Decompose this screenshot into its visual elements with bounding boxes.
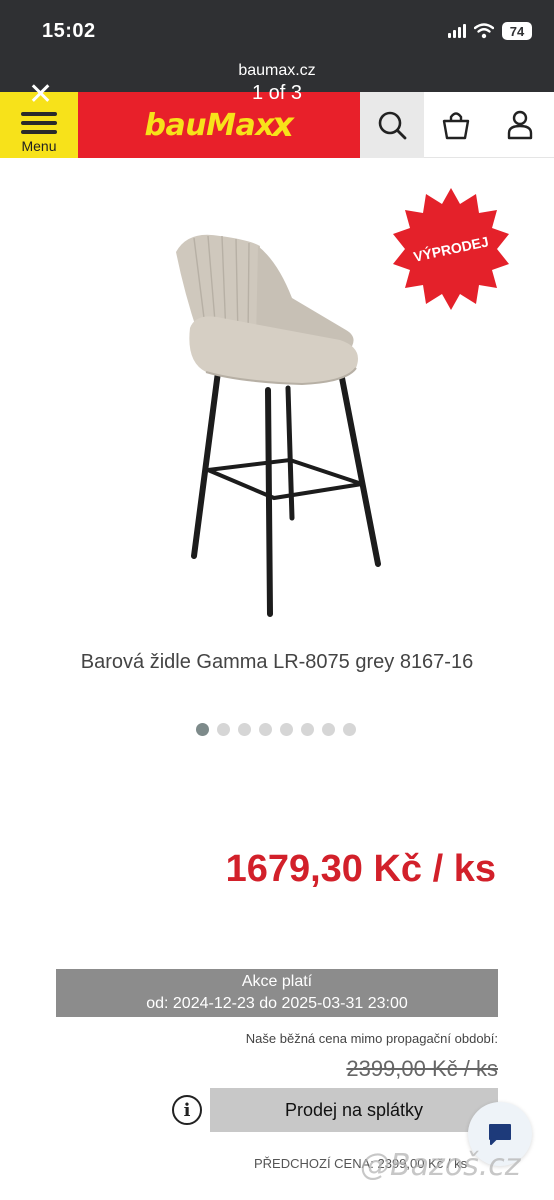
old-price: 2399,00 Kč / ks [346,1056,498,1081]
battery-indicator: 74 [502,22,532,40]
hamburger-icon [21,112,57,134]
status-time: 15:02 [42,20,96,42]
user-icon [507,110,533,140]
cellular-signal-icon [448,24,466,38]
promo-title: Akce platí [241,973,313,990]
pagination-dot[interactable] [259,723,272,736]
image-pagination [196,723,356,736]
pagination-dot[interactable] [301,723,314,736]
watermark: @Bazoš.cz [360,1148,521,1183]
pagination-dot[interactable] [238,723,251,736]
search-icon [378,111,407,140]
normal-price-note: Naše běžná cena mimo propagační období: [245,1031,498,1046]
promo-banner: Akce platí od: 2024-12-23 do 2025-03-31 … [56,969,498,1017]
pagination-dot[interactable] [280,723,293,736]
info-icon[interactable]: i [172,1095,202,1125]
wifi-icon [474,23,494,39]
promo-dates: od: 2024-12-23 do 2025-03-31 23:00 [146,995,408,1012]
chat-bubble-icon [489,1124,511,1145]
browser-top-bar: 15:02 74 baumax.cz [0,0,554,92]
installments-button[interactable]: Prodej na splátky [210,1088,498,1132]
pagination-dot[interactable] [322,723,335,736]
menu-label: Menu [21,138,57,154]
page-url: baumax.cz [238,62,316,79]
status-icons: 74 [448,22,532,40]
image-counter: 1 of 3 [251,82,303,104]
product-title: Barová židle Gamma LR-8075 grey 8167-16 [80,651,474,673]
sale-badge: VÝPRODEJ [393,188,509,310]
pagination-dot[interactable] [217,723,230,736]
pagination-dot[interactable] [196,723,209,736]
logo-text: bauMax [144,107,275,143]
logo-x: x [272,105,294,145]
pagination-dot[interactable] [343,723,356,736]
shopping-bag-icon [442,112,470,140]
product-price: 1679,30 Kč / ks [225,848,496,890]
product-image[interactable] [150,222,400,622]
